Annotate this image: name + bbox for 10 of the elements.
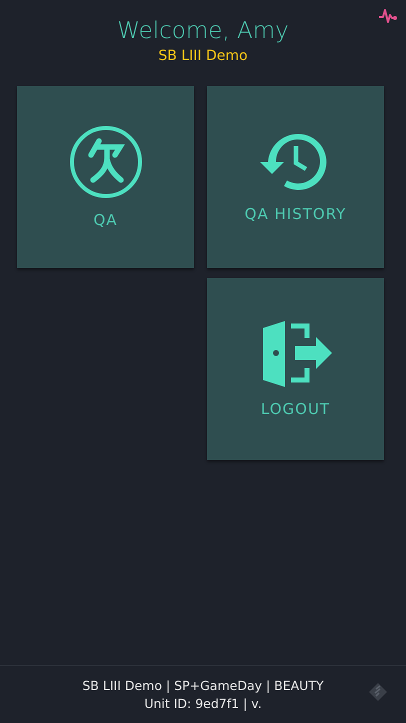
unit-id-text: Unit ID: 9ed7f1 | v. (143, 694, 263, 712)
menu-tile[interactable]: LOGOUT (207, 278, 384, 460)
menu-tile[interactable]: QA (17, 86, 194, 268)
event-subtitle: SB LIII Demo (157, 47, 249, 66)
menu-tile[interactable]: QA HISTORY (207, 86, 384, 268)
circled-glyph-icon (68, 125, 142, 199)
welcome-title: Welcome, Amy (116, 17, 290, 46)
diamond-logo-icon (368, 682, 388, 702)
footer-info: SB LIII Demo | SP+GameDay | BEAUTY (82, 676, 324, 694)
heartbeat-icon[interactable] (378, 8, 398, 24)
